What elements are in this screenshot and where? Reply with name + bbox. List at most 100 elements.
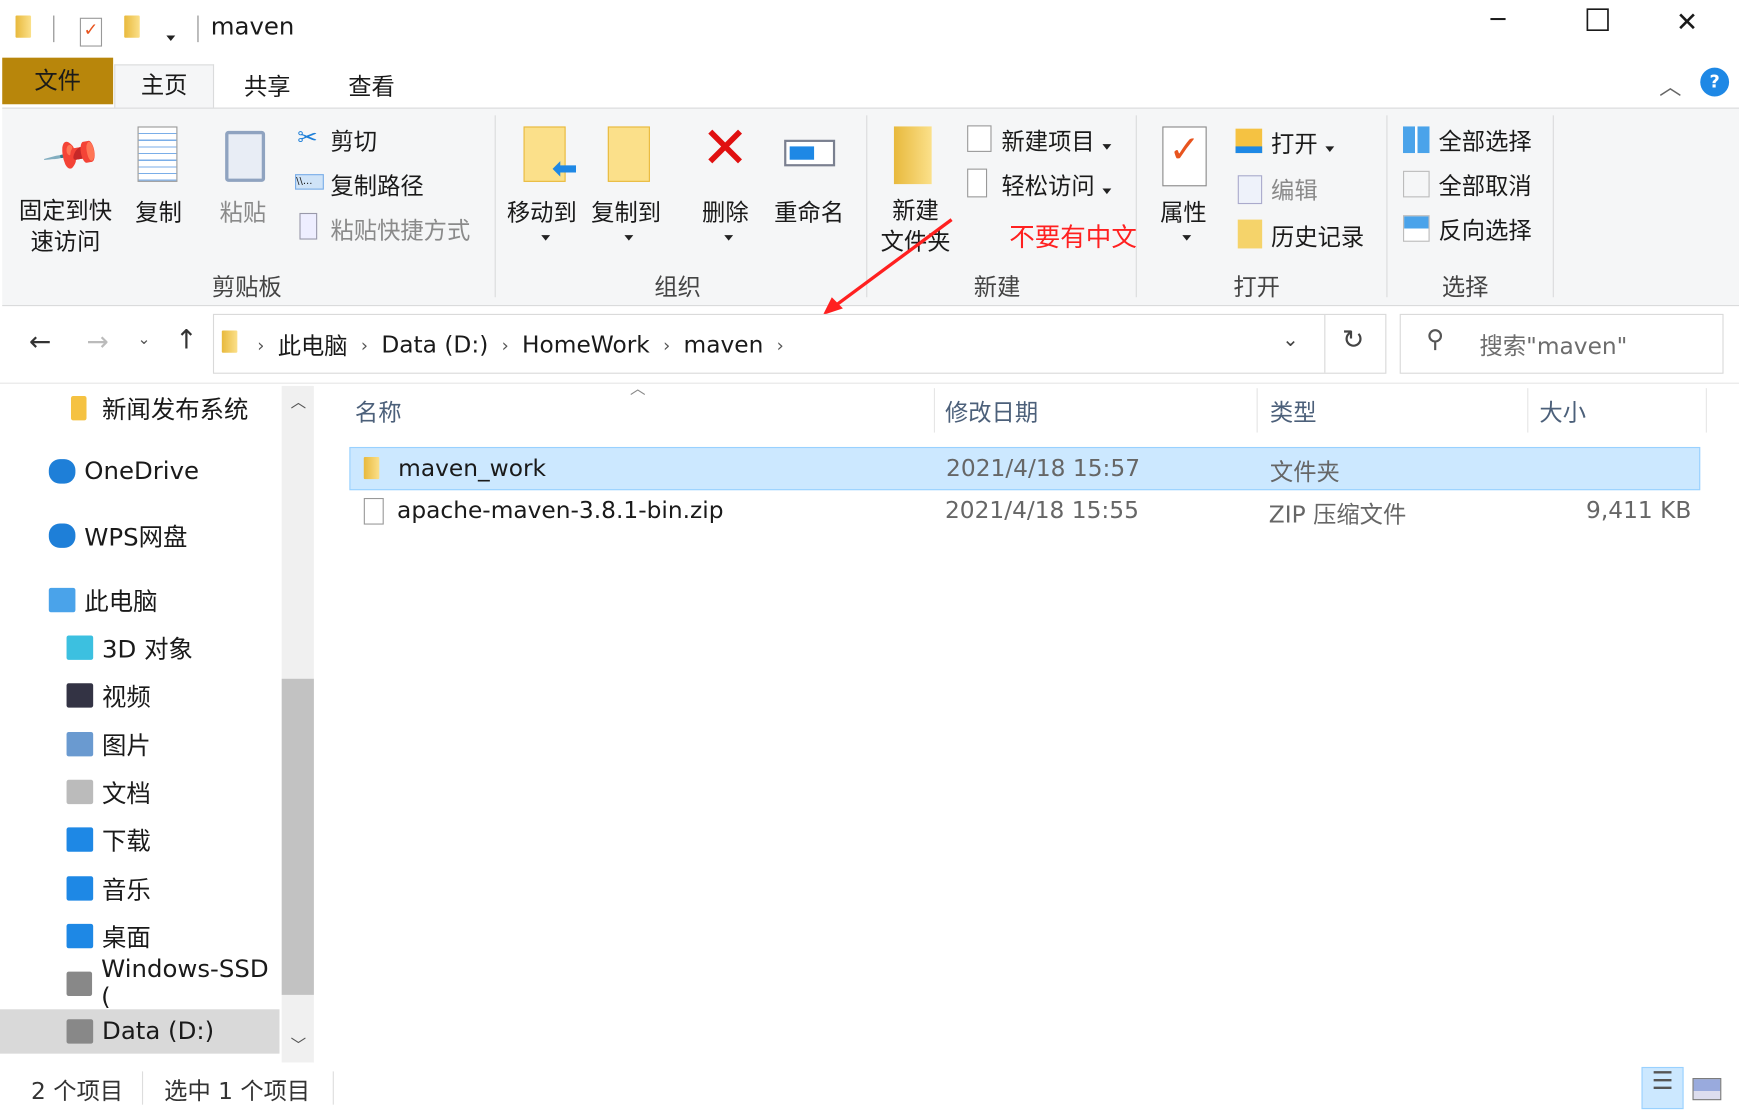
file-type: ZIP 压缩文件 bbox=[1268, 501, 1407, 528]
paste-button[interactable]: 粘贴 bbox=[220, 195, 267, 228]
up-button[interactable]: ↑ bbox=[175, 324, 197, 355]
crumb-data-d[interactable]: Data (D:) bbox=[381, 332, 488, 359]
onedrive-icon bbox=[48, 459, 76, 484]
crumb-this-pc[interactable]: 此电脑 bbox=[278, 328, 348, 361]
nav-item[interactable]: WPS网盘 bbox=[0, 514, 279, 558]
nav-item[interactable]: 此电脑 bbox=[0, 578, 279, 622]
pictures-icon bbox=[66, 732, 94, 757]
table-row[interactable]: apache-maven-3.8.1-bin.zip 2021/4/18 15:… bbox=[349, 490, 1700, 533]
history-button[interactable]: 历史记录 bbox=[1271, 220, 1364, 253]
delete-icon: ✕ bbox=[700, 115, 750, 182]
tab-view[interactable]: 查看 bbox=[348, 69, 395, 102]
tab-home[interactable]: 主页 bbox=[114, 64, 215, 109]
new-item-button[interactable]: 新建项目 bbox=[1002, 124, 1111, 157]
nav-item[interactable]: OneDrive bbox=[0, 449, 279, 493]
music-icon bbox=[66, 876, 94, 901]
tab-file[interactable]: 文件 bbox=[2, 57, 114, 105]
copy-icon bbox=[137, 126, 178, 182]
search-icon: ⚲ bbox=[1426, 326, 1445, 354]
nav-item-label: Data (D:) bbox=[102, 1017, 215, 1046]
zip-file-icon bbox=[363, 497, 384, 525]
data-drive-icon bbox=[66, 1019, 94, 1044]
scissors-icon: ✂ bbox=[297, 124, 318, 152]
column-size[interactable]: 大小 bbox=[1539, 395, 1586, 428]
back-button[interactable]: ← bbox=[29, 326, 51, 357]
nav-item[interactable]: 音乐 bbox=[0, 866, 279, 910]
address-dropdown[interactable]: ⌄ bbox=[1282, 328, 1299, 351]
paste-shortcut-button[interactable]: 粘贴快捷方式 bbox=[331, 213, 471, 246]
3d-objects-icon bbox=[66, 635, 94, 660]
nav-item[interactable]: 图片 bbox=[0, 722, 279, 766]
scroll-down-arrow[interactable]: ﹀ bbox=[291, 1034, 307, 1056]
organize-group-label: 组织 bbox=[654, 273, 701, 301]
column-date[interactable]: 修改日期 bbox=[945, 395, 1038, 428]
copy-button[interactable]: 复制 bbox=[135, 195, 182, 228]
nav-item-label: OneDrive bbox=[84, 457, 200, 486]
table-row[interactable]: maven_work 2021/4/18 15:57 文件夹 bbox=[349, 446, 1701, 491]
nav-item[interactable]: 3D 对象 bbox=[0, 626, 279, 670]
column-name[interactable]: 名称 bbox=[355, 395, 402, 428]
open-icon bbox=[1235, 128, 1263, 154]
label: 轻松访问 bbox=[1001, 173, 1095, 200]
nav-item-label: 图片 bbox=[102, 733, 151, 761]
properties-quick-icon[interactable]: ✓ bbox=[79, 17, 103, 47]
invert-selection-icon bbox=[1403, 215, 1430, 242]
nav-item[interactable]: Windows-SSD ( bbox=[0, 956, 279, 1011]
file-type: 文件夹 bbox=[1269, 459, 1340, 486]
close-button[interactable]: ✕ bbox=[1676, 7, 1698, 38]
minimize-button[interactable]: ─ bbox=[1491, 7, 1506, 35]
rename-icon bbox=[784, 139, 836, 167]
maximize-button[interactable]: ☐ bbox=[1584, 2, 1612, 39]
folder-icon bbox=[70, 395, 87, 421]
videos-icon bbox=[66, 683, 94, 708]
nav-scrollbar-thumb[interactable] bbox=[281, 678, 314, 995]
edit-icon bbox=[1237, 175, 1263, 205]
select-none-button[interactable]: 全部取消 bbox=[1439, 169, 1532, 202]
scroll-up-arrow[interactable]: ︿ bbox=[291, 390, 307, 412]
label: 新建项目 bbox=[1001, 128, 1095, 156]
nav-item-label: 3D 对象 bbox=[102, 636, 193, 665]
nav-item[interactable]: 下载 bbox=[0, 817, 279, 861]
refresh-button[interactable]: ↻ bbox=[1342, 324, 1364, 355]
label: 打开 bbox=[1271, 130, 1318, 158]
column-type[interactable]: 类型 bbox=[1270, 395, 1317, 428]
new-folder-quick-icon[interactable] bbox=[124, 15, 140, 43]
nav-item[interactable]: 文档 bbox=[0, 770, 279, 814]
new-item-icon bbox=[967, 125, 992, 152]
open-button[interactable]: 打开 bbox=[1271, 126, 1334, 159]
copy-path-button[interactable]: 复制路径 bbox=[331, 169, 424, 202]
file-date: 2021/4/18 15:55 bbox=[944, 496, 1139, 524]
customize-quick-access-dropdown[interactable] bbox=[166, 24, 176, 45]
search-placeholder: 搜索"maven" bbox=[1479, 332, 1628, 360]
edit-button[interactable]: 编辑 bbox=[1271, 173, 1318, 206]
status-item-count: 2 个项目 bbox=[31, 1078, 124, 1105]
select-group-label: 选择 bbox=[1441, 273, 1489, 301]
details-view-button[interactable]: ☰ bbox=[1641, 1066, 1684, 1110]
pin-quick-access-button[interactable]: 固定到快 速访问 bbox=[19, 195, 112, 257]
nav-item[interactable]: 新闻发布系统 bbox=[0, 386, 279, 430]
crumb-maven[interactable]: maven bbox=[684, 332, 764, 359]
help-icon[interactable]: ? bbox=[1700, 67, 1730, 97]
status-selected-count: 选中 1 个项目 bbox=[164, 1078, 311, 1105]
window-title: maven bbox=[210, 13, 295, 42]
crumb-homework[interactable]: HomeWork bbox=[522, 332, 650, 359]
recent-locations-dropdown[interactable]: ⌄ bbox=[138, 331, 151, 349]
nav-item[interactable]: 视频 bbox=[0, 673, 279, 717]
nav-item-label: 新闻发布系统 bbox=[102, 397, 249, 425]
nav-item-label: 视频 bbox=[102, 684, 151, 713]
easy-access-button[interactable]: 轻松访问 bbox=[1002, 169, 1111, 202]
nav-item[interactable]: Data (D:) bbox=[0, 1009, 280, 1054]
large-icons-view-button[interactable] bbox=[1692, 1078, 1722, 1101]
cut-button[interactable]: 剪切 bbox=[331, 124, 378, 157]
invert-selection-button[interactable]: 反向选择 bbox=[1439, 213, 1532, 246]
forward-button[interactable]: → bbox=[87, 326, 109, 357]
nav-item[interactable]: 桌面 bbox=[0, 914, 279, 958]
copy-to-icon bbox=[607, 126, 650, 182]
file-date: 2021/4/18 15:57 bbox=[946, 454, 1141, 482]
documents-icon bbox=[66, 779, 94, 805]
nav-item-label: WPS网盘 bbox=[84, 524, 188, 553]
clipboard-group-label: 剪贴板 bbox=[211, 273, 282, 301]
select-all-button[interactable]: 全部选择 bbox=[1439, 124, 1532, 157]
collapse-ribbon-icon[interactable]: ︿ bbox=[1659, 69, 1681, 101]
tab-share[interactable]: 共享 bbox=[244, 69, 291, 102]
